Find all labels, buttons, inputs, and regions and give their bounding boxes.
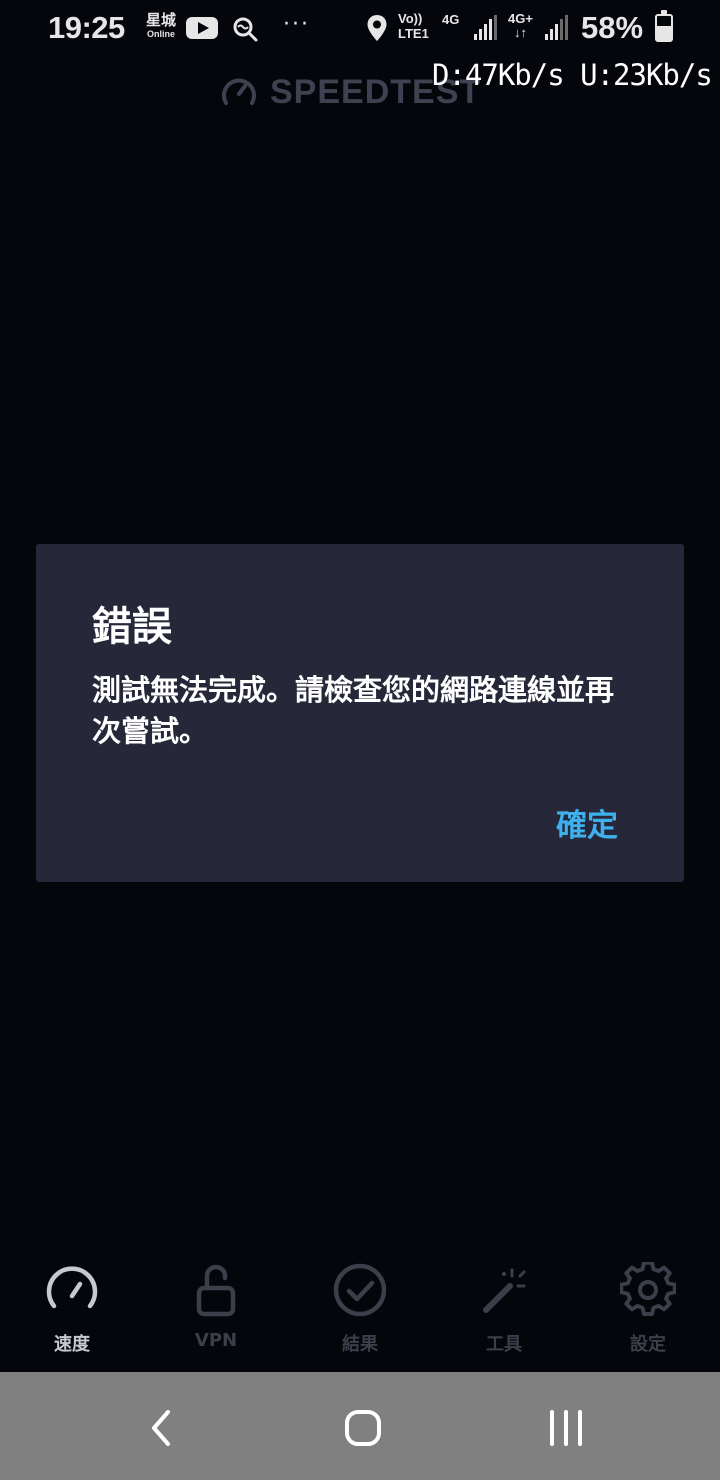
network-speed-overlay: D:47Kb/s U:23Kb/s (432, 58, 713, 92)
more-dots-icon: ··· (283, 12, 310, 37)
data-arrows-icon: ↓↑ (513, 25, 527, 40)
screen: 19:25 星城 Online ··· Vo)) LTE1 4G 4G+ ↓↑ … (0, 0, 720, 1480)
network-type-1: 4G (442, 12, 460, 27)
speedometer-icon (222, 78, 256, 105)
network-type-2: 4G+ ↓↑ (508, 12, 533, 39)
magic-wand-icon (483, 1268, 526, 1313)
signal-icon-2 (543, 14, 569, 42)
status-bar: 19:25 星城 Online ··· Vo)) LTE1 4G 4G+ ↓↑ … (0, 0, 720, 60)
location-pin-icon (366, 14, 388, 42)
back-button[interactable] (134, 1400, 190, 1456)
back-icon (152, 1410, 170, 1446)
tab-vpn[interactable]: VPN (156, 1252, 276, 1370)
home-button[interactable] (335, 1400, 391, 1456)
carrier-name: 星城 (145, 11, 176, 29)
status-time: 19:25 (48, 10, 125, 45)
tab-settings[interactable]: 設定 (588, 1252, 708, 1370)
carrier-logo: 星城 Online (144, 13, 178, 39)
signal-icon (472, 14, 498, 42)
battery-icon (655, 10, 673, 42)
error-dialog: 錯誤 測試無法完成。請檢查您的網路連線並再次嘗試。 確定 (36, 544, 684, 882)
dialog-title: 錯誤 (92, 604, 172, 650)
tab-results[interactable]: 結果 (300, 1252, 420, 1370)
unlock-icon (196, 1264, 236, 1317)
navigation-bar (0, 1372, 720, 1480)
lte-label: LTE1 (398, 26, 429, 41)
youtube-icon (186, 17, 218, 39)
tab-tools[interactable]: 工具 (444, 1252, 564, 1370)
gear-icon (620, 1262, 676, 1317)
volte-label: Vo)) (398, 11, 423, 26)
battery-percent: 58% (581, 10, 644, 45)
network-type-2-label: 4G+ (508, 11, 533, 26)
search-app-icon (232, 16, 258, 42)
recents-icon (550, 1410, 582, 1446)
recents-button[interactable] (538, 1400, 594, 1456)
check-circle-icon (333, 1263, 387, 1317)
speedometer-icon (46, 1266, 98, 1309)
tab-label-vpn: VPN (194, 1330, 238, 1351)
tab-speed[interactable]: 速度 (12, 1252, 132, 1370)
tab-label-speed: 速度 (54, 1334, 90, 1355)
tab-label-settings: 設定 (630, 1334, 666, 1355)
volte-indicator: Vo)) LTE1 (398, 12, 429, 40)
tab-label-results: 結果 (342, 1334, 378, 1355)
ok-button[interactable]: 確定 (556, 800, 618, 845)
dialog-message: 測試無法完成。請檢查您的網路連線並再次嘗試。 (92, 673, 615, 748)
bottom-tab-bar: 速度 VPN 結果 工具 設定 (0, 1252, 720, 1370)
carrier-subtitle: Online (146, 29, 175, 39)
home-icon (345, 1410, 381, 1446)
tab-label-tools: 工具 (486, 1334, 522, 1355)
